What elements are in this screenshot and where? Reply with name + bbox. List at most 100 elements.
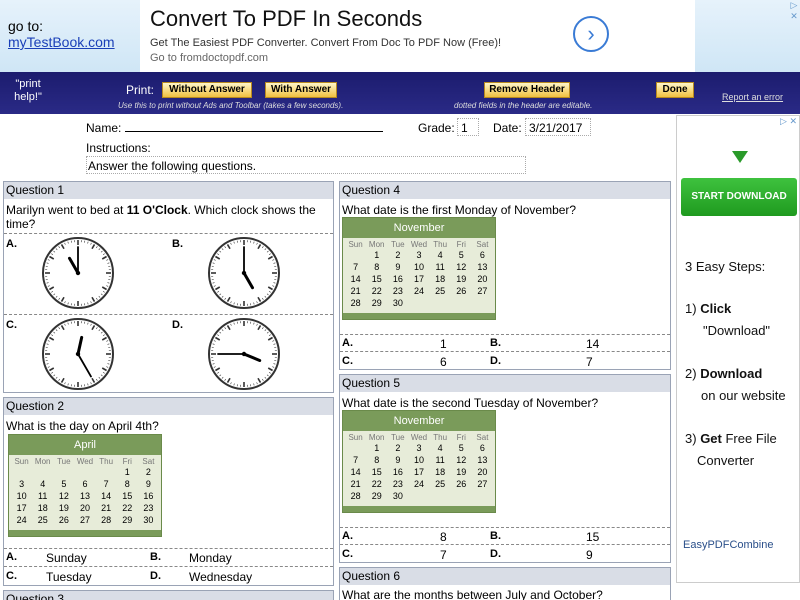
name-field[interactable] [125, 131, 383, 132]
print-toolbar: "print help!" Print: Without Answer With… [0, 72, 800, 114]
calendar-day: 23 [392, 479, 403, 489]
calendar-day: 19 [456, 467, 467, 477]
option-a-value[interactable]: 1 [440, 337, 447, 351]
calendar-grid: Sun Mon Tue Wed Thu Fri Sat 1 2 3 4 5 6 7 8 9 10 11 12 13 14… [9, 455, 161, 526]
adchoices-icon[interactable]: ▷ ✕ [788, 0, 800, 22]
calendar-day: 8 [124, 479, 130, 489]
steps-title: 3 Easy Steps: [685, 259, 766, 274]
calendar-day [11, 466, 32, 478]
weekday-header: Mon [368, 433, 385, 442]
option-c-value[interactable]: 6 [440, 355, 447, 369]
worksheet-page: go to: myTestBook.com Convert To PDF In … [0, 0, 800, 600]
divider [4, 566, 333, 567]
option-c-value[interactable]: Tuesday [46, 570, 92, 584]
option-d-value[interactable]: 9 [586, 548, 593, 562]
clock-icon[interactable] [41, 236, 115, 310]
option-a-value[interactable]: Sunday [46, 551, 87, 565]
calendar-day: 19 [58, 503, 69, 513]
weekday-header: Thu [433, 240, 448, 249]
clock-icon[interactable] [207, 236, 281, 310]
calendar-day: 26 [456, 286, 467, 296]
date-value: 3/21/2017 [529, 121, 583, 135]
calendar: November Sun Mon Tue Wed Thu Fri Sat 1 2 3 4 5 6 7 8 9 1… [342, 410, 496, 513]
question-title: Question 4 [340, 182, 670, 199]
option-a-value[interactable]: 8 [440, 530, 447, 544]
mytestbook-link[interactable]: myTestBook.com [8, 34, 115, 50]
option-b-label: B. [172, 238, 183, 250]
option-b-value[interactable]: Monday [189, 551, 232, 565]
calendar-day: 29 [371, 298, 382, 308]
divider [340, 351, 670, 352]
without-answer-button[interactable]: Without Answer [162, 82, 252, 98]
option-d-value[interactable]: 7 [586, 355, 593, 369]
calendar-day: 13 [79, 491, 90, 501]
calendar-day: 17 [16, 503, 27, 513]
option-c-label: C. [342, 355, 353, 367]
step-3-detail: Converter [697, 453, 755, 468]
calendar-day: 20 [79, 503, 90, 513]
calendar-day: 5 [458, 250, 464, 260]
clock-icon[interactable] [207, 317, 281, 391]
calendar-day: 3 [416, 443, 422, 453]
calendar-day: 8 [374, 455, 380, 465]
divider [340, 527, 670, 528]
with-answer-button[interactable]: With Answer [265, 82, 337, 98]
calendar-day: 12 [456, 455, 467, 465]
clock-center [241, 270, 247, 276]
calendar-day: 9 [395, 455, 401, 465]
calendar-day [96, 466, 117, 478]
calendar-day: 29 [371, 491, 382, 501]
calendar-day [74, 466, 95, 478]
calendar-day: 1 [374, 443, 380, 453]
ad-title[interactable]: Convert To PDF In Seconds [150, 6, 422, 32]
calendar-day: 11 [435, 455, 445, 465]
clock-icon[interactable] [41, 317, 115, 391]
step-3: 3) Get Free File [685, 431, 777, 446]
option-d-label: D. [150, 570, 161, 582]
weekday-header: Sun [14, 457, 29, 466]
calendar-day: 21 [350, 286, 361, 296]
calendar: November Sun Mon Tue Wed Thu Fri Sat 1 2 3 4 5 6 7 8 9 1… [342, 217, 496, 320]
grade-label: Grade: [418, 121, 455, 135]
calendar-day: 15 [371, 467, 382, 477]
question-title: Question 1 [4, 182, 333, 199]
start-download-button[interactable]: START DOWNLOAD [681, 178, 797, 216]
option-b-label: B. [490, 530, 501, 542]
calendar-day: 30 [392, 298, 403, 308]
print-help-link[interactable]: "print help!" [8, 78, 48, 104]
option-b-label: B. [150, 551, 161, 563]
option-b-value[interactable]: 14 [586, 337, 599, 351]
calendar-day: 6 [479, 443, 485, 453]
ad-url[interactable]: Go to fromdoctopdf.com [150, 52, 268, 64]
calendar-day: 4 [437, 250, 443, 260]
chevron-right-icon[interactable]: › [573, 16, 609, 52]
calendar-day: 7 [103, 479, 109, 489]
print-hint: Use this to print without Ads and Toolba… [118, 101, 344, 110]
option-c-value[interactable]: 7 [440, 548, 447, 562]
weekday-header: Sun [348, 433, 363, 442]
calendar-day: 26 [58, 515, 69, 525]
ad-subtitle: Get The Easiest PDF Converter. Convert F… [150, 37, 502, 49]
question-4: Question 4 What date is the first Monday… [339, 181, 671, 370]
calendar-day: 25 [435, 286, 446, 296]
step-1: 1) Click [685, 301, 732, 316]
calendar-day: 16 [143, 491, 154, 501]
step-2: 2) Download [685, 366, 763, 381]
calendar-day [345, 249, 366, 261]
side-ad[interactable]: ▷ ✕ START DOWNLOAD 3 Easy Steps: 1) Clic… [676, 115, 800, 583]
remove-header-button[interactable]: Remove Header [484, 82, 570, 98]
option-d-value[interactable]: Wednesday [189, 570, 252, 584]
calendar-day: 12 [58, 491, 69, 501]
calendar-day: 14 [350, 274, 361, 284]
option-b-value[interactable]: 15 [586, 530, 599, 544]
weekday-header: Tue [391, 433, 405, 442]
calendar-day: 14 [101, 491, 112, 501]
top-ad[interactable]: Convert To PDF In Seconds Get The Easies… [140, 0, 695, 72]
calendar-day: 17 [413, 467, 424, 477]
done-button[interactable]: Done [656, 82, 694, 98]
calendar-day: 7 [353, 455, 359, 465]
adchoices-icon[interactable]: ▷ ✕ [780, 116, 797, 127]
report-error-link[interactable]: Report an error [722, 92, 783, 102]
calendar-day: 3 [19, 479, 25, 489]
question-text: What are the months between July and Oct… [342, 588, 603, 600]
